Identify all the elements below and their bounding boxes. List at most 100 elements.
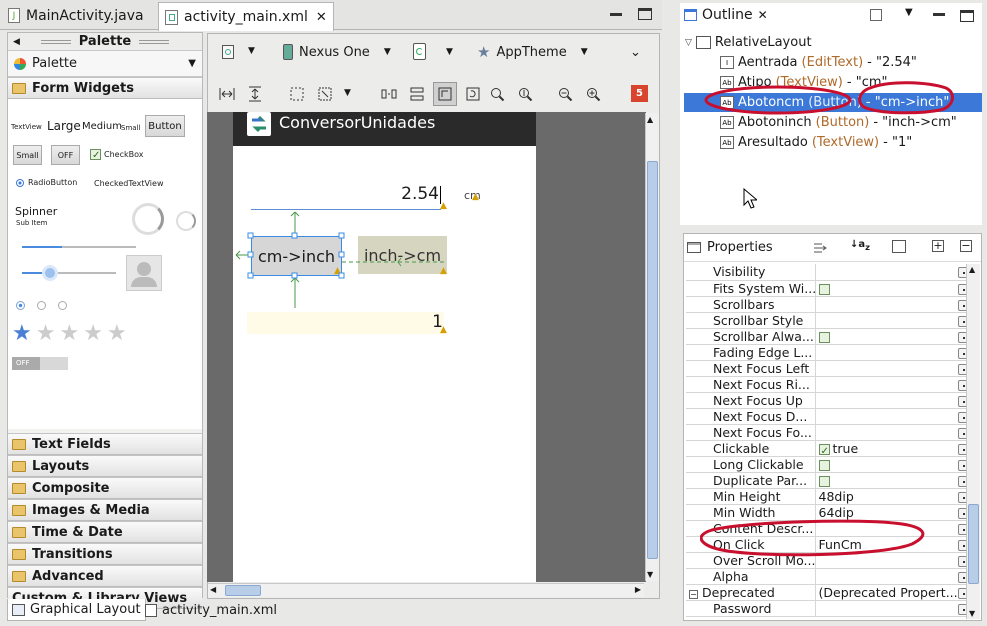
device-select[interactable]: Nexus One ▼ xyxy=(283,42,391,62)
restore-defaults-icon[interactable] xyxy=(892,240,906,253)
zoom-actual-icon[interactable] xyxy=(516,85,534,103)
property-row[interactable]: Scrollbar Style xyxy=(686,312,969,329)
expand-all-icon[interactable]: + xyxy=(932,240,944,252)
collapse-all-icon[interactable]: − xyxy=(960,240,972,252)
widget-toggle-button[interactable]: OFF xyxy=(51,145,80,165)
property-checkbox[interactable] xyxy=(818,459,830,471)
property-row[interactable]: Fits System Wi... xyxy=(686,280,969,297)
canvas-vertical-scrollbar[interactable]: ▲ ▼ xyxy=(645,113,659,581)
outline-item[interactable]: I Aentrada (EditText) - "2.54" xyxy=(720,53,917,72)
property-row[interactable]: Visibility xyxy=(686,264,969,281)
error-count-badge[interactable]: 5 xyxy=(631,85,648,102)
widget-large-text[interactable]: Large xyxy=(47,119,81,133)
refresh-layout-icon[interactable] xyxy=(464,85,482,103)
widget-switch[interactable]: OFF xyxy=(12,357,68,370)
property-row[interactable]: Scrollbars xyxy=(686,296,969,313)
zoom-in-icon[interactable] xyxy=(584,85,602,103)
collapse-group-icon[interactable]: − xyxy=(689,589,698,599)
theme-select[interactable]: ★ AppTheme ▼ xyxy=(477,42,588,62)
widget-progress-horizontal[interactable] xyxy=(22,246,136,248)
expand-toggle-icon[interactable]: ▽ xyxy=(685,38,692,48)
palette-category[interactable]: Transitions xyxy=(8,543,202,565)
show-bounds-icon[interactable] xyxy=(288,85,306,103)
property-checkbox[interactable] xyxy=(818,331,830,343)
canvas-horizontal-scrollbar[interactable]: ◀ ▶ xyxy=(208,583,644,597)
distribute-horizontal-icon[interactable] xyxy=(380,85,398,103)
palette-category[interactable]: Layouts xyxy=(8,455,202,477)
property-row[interactable]: Min Height 48dip xyxy=(686,488,969,505)
property-row[interactable]: Long Clickable xyxy=(686,456,969,473)
collapse-left-icon[interactable]: ◀ xyxy=(13,37,20,47)
maximize-button[interactable] xyxy=(638,8,652,20)
view-menu-icon[interactable]: ▼ xyxy=(905,7,913,18)
widget-small-text[interactable]: Small xyxy=(121,124,140,132)
tab-activity-main-xml[interactable]: activity_main.xml ✕ xyxy=(158,2,334,31)
widget-quick-contact[interactable] xyxy=(126,255,162,291)
outline-tab[interactable]: Outline ✕ xyxy=(684,3,768,27)
collapse-all-icon[interactable] xyxy=(870,9,882,21)
aresultado-textview[interactable]: 1 xyxy=(247,312,444,334)
property-row[interactable]: Clickable true xyxy=(686,440,969,457)
property-row[interactable]: Duplicate Par... xyxy=(686,472,969,489)
widget-progress-small[interactable] xyxy=(176,211,196,231)
widget-seekbar[interactable] xyxy=(22,265,116,281)
fill-width-icon[interactable] xyxy=(218,85,236,103)
minimize-button[interactable] xyxy=(610,13,622,16)
palette-category[interactable]: Advanced xyxy=(8,565,202,587)
minimize-button[interactable] xyxy=(933,13,945,16)
widget-checked-textview[interactable]: CheckedTextView xyxy=(94,179,164,188)
close-tab-icon[interactable]: ✕ xyxy=(316,10,327,25)
fill-height-icon[interactable] xyxy=(246,85,264,103)
widget-radiobutton[interactable]: RadioButton xyxy=(16,178,77,187)
toolbar-overflow-icon[interactable]: ⌄ xyxy=(630,45,641,60)
palette-category[interactable]: Images & Media xyxy=(8,499,202,521)
configuration-icon[interactable] xyxy=(220,44,236,60)
tab-graphical-layout[interactable]: Graphical Layout xyxy=(7,599,146,621)
property-row[interactable]: Next Focus Up xyxy=(686,392,969,409)
palette-mode-select[interactable]: Palette ▼ xyxy=(8,51,202,77)
palette-category[interactable]: Text Fields xyxy=(8,433,202,455)
widget-progress-large[interactable] xyxy=(132,203,164,235)
property-row[interactable]: Next Focus Ri... xyxy=(686,376,969,393)
widget-button[interactable]: Button xyxy=(145,115,185,137)
widget-radio-group[interactable] xyxy=(16,301,67,310)
sort-alpha-icon[interactable]: ↓az xyxy=(850,239,870,252)
widget-textview[interactable]: TextView xyxy=(11,123,42,131)
property-checkbox[interactable] xyxy=(818,283,830,295)
property-row[interactable]: Password xyxy=(686,600,969,617)
property-checkbox[interactable] xyxy=(818,475,830,487)
chevron-down-icon[interactable]: ▼ xyxy=(344,88,351,98)
property-row[interactable]: Alpha xyxy=(686,568,969,585)
property-value[interactable]: (Deprecated Propert... xyxy=(819,585,958,600)
property-row[interactable]: Fading Edge L... xyxy=(686,344,969,361)
property-row[interactable]: − Deprecated (Deprecated Propert... xyxy=(686,584,969,601)
property-row[interactable]: Next Focus Fo... xyxy=(686,424,969,441)
property-row[interactable]: Scrollbar Alwa... xyxy=(686,328,969,345)
layout-guide-icon[interactable] xyxy=(433,82,457,106)
property-value[interactable]: 48dip xyxy=(819,489,854,504)
tab-main-activity[interactable]: J MainActivity.java xyxy=(2,2,150,29)
palette-category[interactable]: Composite xyxy=(8,477,202,499)
property-row[interactable]: Next Focus Left xyxy=(686,360,969,377)
palette-category[interactable]: Time & Date xyxy=(8,521,202,543)
property-value[interactable]: true xyxy=(833,441,859,456)
resize-icon[interactable] xyxy=(316,85,334,103)
distribute-vertical-icon[interactable] xyxy=(408,85,426,103)
outline-item[interactable]: Ab Aresultado (TextView) - "1" xyxy=(720,133,912,152)
close-view-icon[interactable]: ✕ xyxy=(758,8,768,22)
maximize-button[interactable] xyxy=(960,10,974,22)
zoom-fit-icon[interactable] xyxy=(488,85,506,103)
property-row[interactable]: Next Focus D... xyxy=(686,408,969,425)
widget-medium-text[interactable]: Medium xyxy=(82,121,122,132)
aentrada-edittext[interactable]: 2.54 xyxy=(251,184,441,210)
widget-small-button[interactable]: Small xyxy=(13,145,42,165)
chevron-down-icon[interactable]: ▼ xyxy=(248,46,255,56)
widget-ratingbar[interactable]: ★ ★ ★ ★ ★ xyxy=(12,323,127,345)
palette-category-form-widgets[interactable]: Form Widgets xyxy=(8,77,202,99)
outline-root[interactable]: ▽ RelativeLayout xyxy=(685,33,812,52)
tab-xml-source[interactable]: activity_main.xml xyxy=(141,599,281,621)
orientation-select[interactable]: ▼ xyxy=(413,43,453,60)
show-advanced-icon[interactable] xyxy=(812,241,828,255)
widget-checkbox[interactable]: CheckBox xyxy=(90,149,143,160)
widget-spinner[interactable]: Spinner xyxy=(15,205,57,218)
